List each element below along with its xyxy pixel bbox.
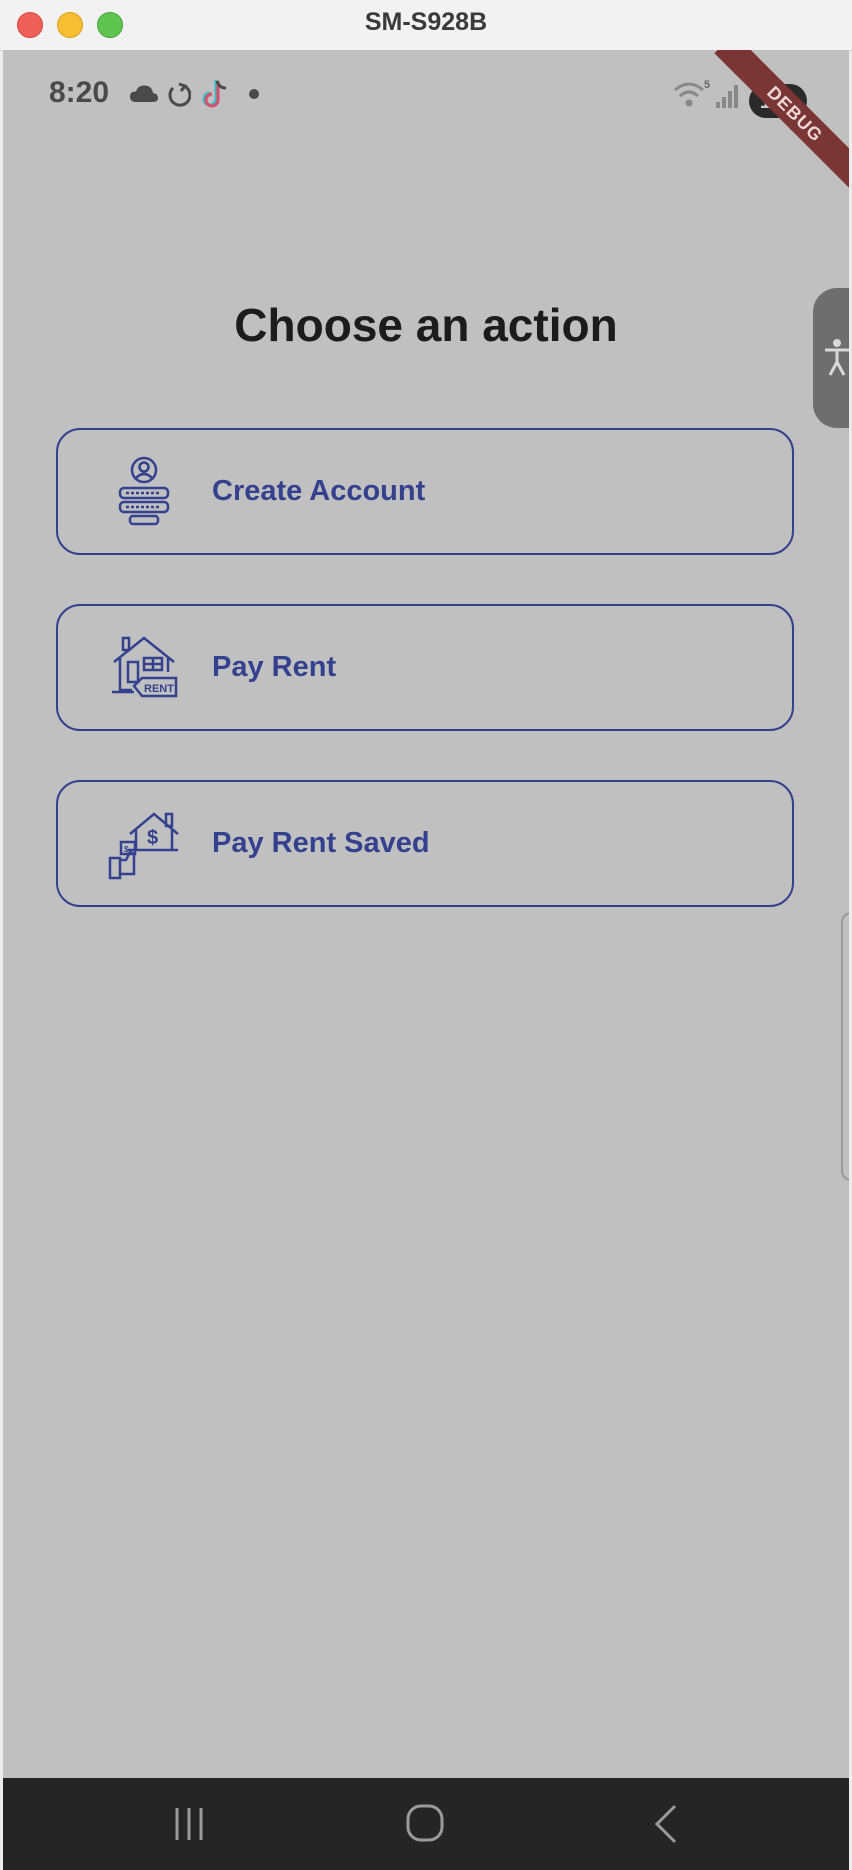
system-navigation-bar (3, 1778, 849, 1870)
pay-rent-label: Pay Rent (212, 651, 337, 683)
svg-text:RENT: RENT (144, 683, 174, 695)
edge-panel-handle[interactable] (841, 912, 849, 1181)
house-dollar-icon: $ $ (108, 812, 179, 880)
dot-icon (249, 89, 259, 99)
pay-rent-button[interactable]: RENT Pay Rent (56, 604, 794, 731)
status-time: 8:20 (49, 76, 110, 109)
window-title: SM-S928B (364, 8, 488, 36)
tiktok-icon (202, 80, 227, 108)
svg-text:$: $ (124, 845, 129, 854)
svg-text:5: 5 (704, 79, 710, 91)
create-account-button[interactable]: Create Account (56, 428, 794, 555)
pay-rent-saved-label: Pay Rent Saved (212, 827, 430, 859)
emulator-window: SM-S928B 8:20 5 DEBUG Choose an action C… (0, 0, 852, 1870)
cloud-icon (130, 85, 158, 102)
window-titlebar: SM-S928B (0, 0, 852, 51)
home-icon[interactable] (396, 1798, 456, 1850)
sync-icon (168, 82, 191, 107)
svg-text:$: $ (147, 827, 158, 849)
pay-rent-saved-button[interactable]: $ $ Pay Rent Saved (56, 780, 794, 907)
recents-icon[interactable] (161, 1798, 221, 1850)
user-account-icon (118, 456, 170, 526)
create-account-label: Create Account (212, 475, 426, 507)
device-screen: 8:20 5 DEBUG Choose an action Create Acc… (3, 50, 849, 1870)
wifi-icon: 5 (674, 79, 710, 107)
house-rent-icon: RENT (112, 636, 178, 698)
page-title: Choose an action (234, 299, 618, 351)
back-icon[interactable] (637, 1798, 697, 1850)
signal-icon (716, 85, 738, 108)
status-bar: 8:20 5 (3, 72, 849, 122)
